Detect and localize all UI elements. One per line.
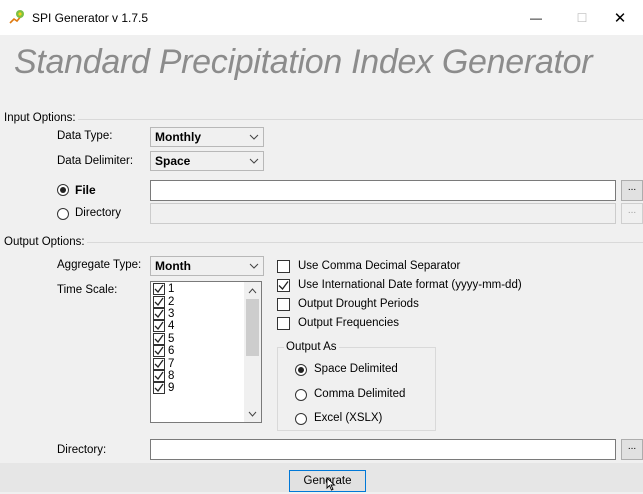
input-directory-input[interactable] (150, 203, 616, 224)
page-title: Standard Precipitation Index Generator (14, 43, 593, 81)
checkbox-checked-icon[interactable] (153, 345, 165, 358)
checkbox-checked-icon[interactable] (153, 283, 165, 296)
data-delimiter-select[interactable]: Space (150, 151, 264, 171)
list-item-label: 9 (168, 382, 175, 395)
data-type-select[interactable]: Monthly (150, 127, 264, 147)
input-options-divider (5, 119, 643, 120)
output-options-divider (5, 242, 643, 243)
chevron-down-icon (245, 134, 263, 140)
radio-selected-dot (60, 187, 66, 193)
list-item-label: 7 (168, 357, 175, 370)
comma-delimited-label: Comma Delimited (314, 388, 406, 400)
window-title: SPI Generator v 1.7.5 (32, 11, 149, 25)
output-frequencies-label: Output Frequencies (298, 317, 400, 329)
list-item[interactable]: 3 (153, 307, 175, 320)
list-item[interactable]: 8 (153, 369, 175, 382)
output-frequencies-checkbox[interactable] (277, 317, 290, 330)
chevron-down-icon[interactable] (244, 405, 261, 422)
aggregate-type-value: Month (155, 259, 191, 273)
close-icon: ✕ (613, 9, 627, 27)
excel-label: Excel (XSLX) (314, 412, 383, 424)
file-radio[interactable] (57, 184, 69, 196)
excel-radio[interactable] (295, 413, 307, 425)
list-scrollbar[interactable] (244, 282, 261, 422)
comma-decimal-label: Use Comma Decimal Separator (298, 260, 461, 272)
list-item[interactable]: 7 (153, 357, 175, 370)
comma-delimited-radio[interactable] (295, 389, 307, 401)
list-item[interactable]: 1 (153, 283, 175, 296)
checkbox-checked-icon[interactable] (153, 369, 165, 382)
drought-periods-label: Output Drought Periods (298, 298, 419, 310)
checkbox-checked-icon[interactable] (153, 357, 165, 370)
list-item-label: 8 (168, 369, 175, 382)
directory-radio[interactable] (57, 208, 69, 220)
drought-periods-checkbox[interactable] (277, 298, 290, 311)
checkbox-checked-icon[interactable] (153, 295, 165, 308)
scrollbar-thumb[interactable] (246, 299, 259, 356)
file-browse-button[interactable]: ... (621, 180, 643, 201)
spi-generator-app-icon (8, 9, 26, 27)
list-item-label: 2 (168, 295, 175, 308)
checkbox-checked-icon[interactable] (153, 320, 165, 333)
list-item-label: 1 (168, 283, 175, 296)
data-type-label: Data Type: (57, 130, 113, 142)
output-directory-browse-button[interactable]: ... (621, 439, 643, 460)
output-as-label: Output As (284, 341, 339, 353)
minimize-button[interactable]: — (513, 0, 559, 35)
input-options-label: Input Options: (4, 112, 78, 124)
aggregate-type-label: Aggregate Type: (57, 259, 142, 271)
close-button[interactable]: ✕ (597, 0, 643, 35)
data-type-value: Monthly (155, 130, 201, 144)
checkbox-checked-icon[interactable] (153, 332, 165, 345)
comma-decimal-checkbox[interactable] (277, 260, 290, 273)
time-scale-label: Time Scale: (57, 284, 118, 296)
space-delimited-radio[interactable] (295, 364, 307, 376)
checkmark-icon (278, 281, 289, 290)
list-item-label: 5 (168, 332, 175, 345)
data-delimiter-value: Space (155, 154, 191, 168)
maximize-icon: ☐ (576, 10, 588, 25)
output-options-label: Output Options: (4, 236, 87, 248)
file-path-input[interactable] (150, 180, 616, 201)
aggregate-type-select[interactable]: Month (150, 256, 264, 276)
chevron-down-icon (245, 158, 263, 164)
list-item[interactable]: 2 (153, 295, 175, 308)
output-directory-input[interactable] (150, 439, 616, 460)
list-item[interactable]: 6 (153, 345, 175, 358)
checkbox-checked-icon[interactable] (153, 307, 165, 320)
time-scale-list[interactable]: 1 2 3 4 5 6 7 8 9 (150, 281, 262, 423)
file-radio-label: File (75, 183, 96, 197)
international-date-label: Use International Date format (yyyy-mm-d… (298, 279, 522, 291)
list-item-label: 6 (168, 345, 175, 358)
space-delimited-label: Space Delimited (314, 363, 398, 375)
data-delimiter-label: Data Delimiter: (57, 155, 134, 167)
minimize-icon: — (530, 10, 542, 25)
directory-browse-button[interactable]: ... (621, 203, 643, 224)
list-item-label: 3 (168, 307, 175, 320)
radio-selected-dot (298, 367, 304, 373)
checkbox-checked-icon[interactable] (153, 382, 165, 395)
chevron-down-icon (245, 263, 263, 269)
list-item-label: 4 (168, 320, 175, 333)
international-date-checkbox[interactable] (277, 279, 290, 292)
list-item[interactable]: 4 (153, 320, 175, 333)
chevron-up-icon[interactable] (244, 282, 261, 299)
output-directory-label: Directory: (57, 444, 107, 456)
directory-radio-label: Directory (75, 207, 122, 219)
mouse-cursor-icon (326, 476, 336, 491)
list-item[interactable]: 9 (153, 382, 175, 395)
list-item[interactable]: 5 (153, 332, 175, 345)
